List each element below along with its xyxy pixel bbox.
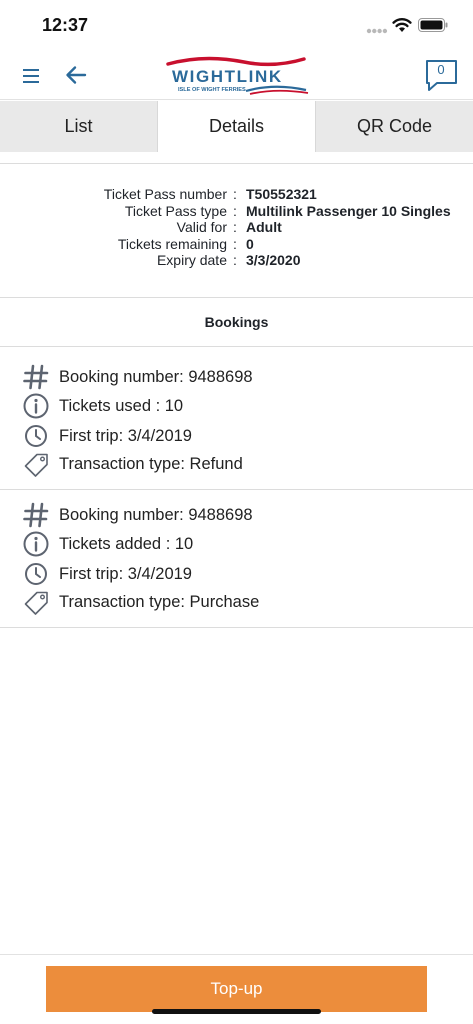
info-icon: [22, 392, 50, 420]
first-trip-line: First trip: 3/4/2019: [22, 560, 192, 588]
tab-details[interactable]: Details: [158, 101, 316, 152]
detail-row-valid-for: Valid for : Adult: [0, 219, 473, 236]
wightlink-logo: WIGHTLINK ISLE OF WIGHT FERRIES: [166, 56, 309, 95]
top-up-button[interactable]: Top-up: [46, 966, 427, 1012]
divider: [0, 163, 473, 164]
divider: [0, 489, 473, 490]
divider: [0, 297, 473, 298]
detail-value: Multilink Passenger 10 Singles: [246, 202, 451, 219]
detail-label: Ticket Pass type: [124, 202, 227, 219]
ticket-details: Ticket Pass number : T50552321 Ticket Pa…: [0, 186, 473, 269]
footer-divider: [0, 954, 473, 955]
logo-wordmark: WIGHTLINK: [172, 67, 283, 86]
detail-label: Ticket Pass number: [103, 186, 227, 202]
detail-row-pass-number: Ticket Pass number : T50552321: [0, 186, 473, 203]
tab-bar: List Details QR Code: [0, 101, 473, 152]
tag-icon: [22, 588, 50, 616]
booking-number: Booking number: 9488698: [59, 505, 253, 524]
first-trip-line: First trip: 3/4/2019: [22, 422, 192, 450]
detail-row-tickets-remaining: Tickets remaining : 0: [0, 236, 473, 253]
transaction-type: Transaction type: Refund: [59, 454, 243, 473]
hash-icon: [22, 501, 50, 529]
detail-value: Adult: [246, 219, 282, 235]
tab-qr-code[interactable]: QR Code: [316, 101, 473, 152]
detail-colon: :: [233, 202, 237, 219]
transaction-type-line: Transaction type: Purchase: [22, 588, 259, 616]
detail-colon: :: [233, 252, 237, 268]
first-trip: First trip: 3/4/2019: [59, 426, 192, 445]
wifi-icon: [392, 18, 412, 32]
divider: [0, 346, 473, 347]
logo-subtitle: ISLE OF WIGHT FERRIES: [178, 87, 246, 93]
status-bar: 12:37: [0, 0, 473, 50]
booking-number-line: Booking number: 9488698: [22, 363, 253, 391]
message-count: 0: [437, 62, 445, 77]
detail-label: Valid for: [176, 219, 227, 235]
detail-colon: :: [233, 219, 237, 235]
status-time: 12:37: [42, 15, 89, 35]
tickets-count: Tickets added : 10: [59, 534, 194, 553]
tab-list[interactable]: List: [0, 101, 158, 152]
cellular-signal-icon: [366, 28, 388, 34]
transaction-type-line: Transaction type: Refund: [22, 450, 243, 478]
transaction-type: Transaction type: Purchase: [59, 592, 260, 611]
app-header: WIGHTLINK ISLE OF WIGHT FERRIES 0: [0, 50, 473, 100]
booking-number-line: Booking number: 9488698: [22, 501, 253, 529]
messages-button[interactable]: 0: [425, 59, 459, 93]
clock-icon: [22, 560, 50, 588]
detail-colon: :: [233, 235, 237, 252]
first-trip: First trip: 3/4/2019: [59, 564, 192, 583]
home-indicator: [152, 1009, 321, 1014]
back-arrow-icon[interactable]: [64, 64, 88, 86]
bookings-heading: Bookings: [204, 314, 269, 330]
detail-value: 0: [246, 235, 254, 252]
divider: [0, 627, 473, 628]
detail-colon: :: [233, 186, 237, 202]
detail-label: Tickets remaining: [117, 235, 227, 252]
hamburger-menu-icon[interactable]: [20, 65, 42, 85]
clock-icon: [22, 422, 50, 450]
detail-row-expiry-date: Expiry date : 3/3/2020: [0, 252, 473, 269]
tickets-line: Tickets used : 10: [22, 392, 183, 420]
detail-value: 3/3/2020: [246, 252, 301, 268]
tag-icon: [22, 450, 50, 478]
detail-row-pass-type: Ticket Pass type : Multilink Passenger 1…: [0, 203, 473, 220]
tickets-count: Tickets used : 10: [59, 396, 184, 415]
hash-icon: [22, 363, 50, 391]
info-icon: [22, 530, 50, 558]
detail-value: T50552321: [246, 186, 317, 202]
battery-icon: [418, 18, 448, 32]
booking-number: Booking number: 9488698: [59, 367, 253, 386]
tickets-line: Tickets added : 10: [22, 530, 193, 558]
detail-label: Expiry date: [156, 252, 227, 268]
